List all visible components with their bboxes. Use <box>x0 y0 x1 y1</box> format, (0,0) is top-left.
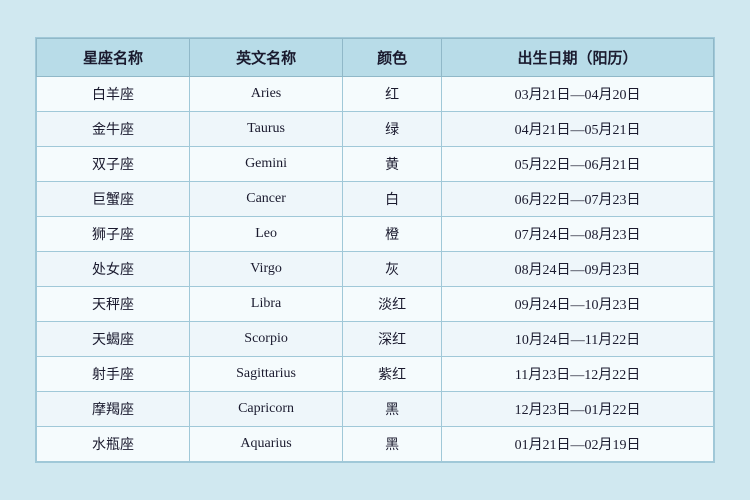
cell-color: 红 <box>343 77 442 112</box>
cell-color: 黄 <box>343 147 442 182</box>
header-chinese-name: 星座名称 <box>37 39 190 77</box>
cell-english-name: Gemini <box>190 147 343 182</box>
cell-dates: 05月22日—06月21日 <box>442 147 714 182</box>
cell-dates: 12月23日—01月22日 <box>442 392 714 427</box>
cell-english-name: Cancer <box>190 182 343 217</box>
cell-chinese-name: 双子座 <box>37 147 190 182</box>
cell-color: 深红 <box>343 322 442 357</box>
cell-chinese-name: 金牛座 <box>37 112 190 147</box>
cell-color: 黑 <box>343 392 442 427</box>
table-row: 射手座Sagittarius紫红11月23日—12月22日 <box>37 357 714 392</box>
cell-color: 绿 <box>343 112 442 147</box>
cell-dates: 09月24日—10月23日 <box>442 287 714 322</box>
cell-chinese-name: 天蝎座 <box>37 322 190 357</box>
table-body: 白羊座Aries红03月21日—04月20日金牛座Taurus绿04月21日—0… <box>37 77 714 462</box>
header-english-name: 英文名称 <box>190 39 343 77</box>
cell-chinese-name: 天秤座 <box>37 287 190 322</box>
cell-chinese-name: 白羊座 <box>37 77 190 112</box>
cell-color: 淡红 <box>343 287 442 322</box>
cell-dates: 04月21日—05月21日 <box>442 112 714 147</box>
table-row: 狮子座Leo橙07月24日—08月23日 <box>37 217 714 252</box>
cell-english-name: Aries <box>190 77 343 112</box>
cell-chinese-name: 摩羯座 <box>37 392 190 427</box>
table-row: 处女座Virgo灰08月24日—09月23日 <box>37 252 714 287</box>
cell-chinese-name: 巨蟹座 <box>37 182 190 217</box>
table-row: 白羊座Aries红03月21日—04月20日 <box>37 77 714 112</box>
cell-chinese-name: 狮子座 <box>37 217 190 252</box>
cell-color: 紫红 <box>343 357 442 392</box>
header-color: 颜色 <box>343 39 442 77</box>
cell-english-name: Leo <box>190 217 343 252</box>
cell-dates: 11月23日—12月22日 <box>442 357 714 392</box>
cell-chinese-name: 水瓶座 <box>37 427 190 462</box>
cell-dates: 06月22日—07月23日 <box>442 182 714 217</box>
zodiac-table-container: 星座名称 英文名称 颜色 出生日期（阳历） 白羊座Aries红03月21日—04… <box>35 37 715 463</box>
cell-chinese-name: 射手座 <box>37 357 190 392</box>
cell-english-name: Capricorn <box>190 392 343 427</box>
table-row: 巨蟹座Cancer白06月22日—07月23日 <box>37 182 714 217</box>
table-row: 天秤座Libra淡红09月24日—10月23日 <box>37 287 714 322</box>
table-row: 金牛座Taurus绿04月21日—05月21日 <box>37 112 714 147</box>
cell-chinese-name: 处女座 <box>37 252 190 287</box>
cell-color: 橙 <box>343 217 442 252</box>
cell-english-name: Sagittarius <box>190 357 343 392</box>
cell-dates: 07月24日—08月23日 <box>442 217 714 252</box>
table-row: 双子座Gemini黄05月22日—06月21日 <box>37 147 714 182</box>
cell-english-name: Aquarius <box>190 427 343 462</box>
table-row: 摩羯座Capricorn黑12月23日—01月22日 <box>37 392 714 427</box>
cell-english-name: Scorpio <box>190 322 343 357</box>
cell-dates: 08月24日—09月23日 <box>442 252 714 287</box>
cell-dates: 10月24日—11月22日 <box>442 322 714 357</box>
cell-english-name: Taurus <box>190 112 343 147</box>
zodiac-table: 星座名称 英文名称 颜色 出生日期（阳历） 白羊座Aries红03月21日—04… <box>36 38 714 462</box>
table-header-row: 星座名称 英文名称 颜色 出生日期（阳历） <box>37 39 714 77</box>
cell-color: 灰 <box>343 252 442 287</box>
table-row: 水瓶座Aquarius黑01月21日—02月19日 <box>37 427 714 462</box>
cell-dates: 03月21日—04月20日 <box>442 77 714 112</box>
cell-color: 白 <box>343 182 442 217</box>
cell-english-name: Virgo <box>190 252 343 287</box>
cell-color: 黑 <box>343 427 442 462</box>
cell-english-name: Libra <box>190 287 343 322</box>
cell-dates: 01月21日—02月19日 <box>442 427 714 462</box>
header-birthdate: 出生日期（阳历） <box>442 39 714 77</box>
table-row: 天蝎座Scorpio深红10月24日—11月22日 <box>37 322 714 357</box>
